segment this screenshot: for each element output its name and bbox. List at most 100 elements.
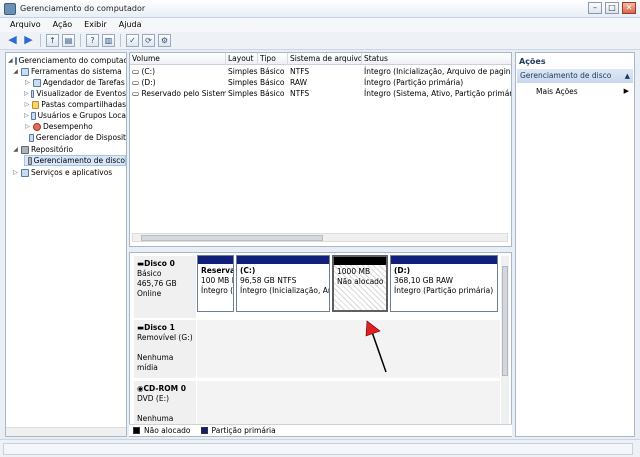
table-row[interactable]: ▭ (C:) Simples Básico NTFS Íntegro (Inic…: [130, 66, 511, 77]
partition-type-bar: [334, 257, 386, 265]
column-header-type[interactable]: Tipo: [258, 53, 288, 65]
partition-d[interactable]: (D:) 368,10 GB RAW Íntegro (Partição pri…: [390, 255, 498, 312]
menu-ajuda[interactable]: Ajuda: [119, 18, 142, 32]
rescan-disks-icon[interactable]: ⟳: [142, 34, 155, 47]
column-header-volume[interactable]: Volume: [130, 53, 226, 65]
users-icon: [30, 111, 36, 120]
submenu-arrow-icon[interactable]: ▶: [624, 87, 629, 95]
maximize-button[interactable]: □: [605, 2, 619, 14]
properties-icon[interactable]: ✓: [126, 34, 139, 47]
cdrom-0-area: [197, 381, 500, 425]
toolbar-separator: [120, 34, 121, 47]
tree-item-label: Usuários e Grupos Loca: [37, 111, 126, 120]
volume-list-horizontal-scrollbar[interactable]: [132, 233, 508, 242]
partition-c[interactable]: (C:) 96,58 GB NTFS Íntegro (Inicializaçã…: [236, 255, 330, 312]
settings-icon[interactable]: ⚙: [158, 34, 171, 47]
tree-item-label: Gerenciador de Disposit: [35, 133, 126, 142]
window-controls: – □ ✕: [588, 2, 636, 14]
expander-icon[interactable]: ▷: [24, 77, 31, 88]
actions-section-disk-management[interactable]: Gerenciamento de disco ▲: [517, 69, 633, 83]
menu-bar: Arquivo Ação Exibir Ajuda: [0, 18, 640, 32]
storage-icon: [21, 145, 29, 154]
window-title: Gerenciamento do computador: [20, 4, 146, 13]
column-header-layout[interactable]: Layout: [226, 53, 258, 65]
computer-icon: [14, 56, 17, 65]
status-panel: [3, 443, 633, 455]
disk-management-icon: [28, 156, 32, 165]
minimize-button[interactable]: –: [588, 2, 602, 14]
forward-arrow-icon[interactable]: ▶: [22, 34, 35, 47]
table-row[interactable]: ▭ Reservado pelo Sistema Simples Básico …: [130, 88, 511, 99]
tree-item-performance[interactable]: ▷ Desempenho: [24, 121, 126, 132]
table-row[interactable]: ▭ (D:) Simples Básico RAW Íntegro (Parti…: [130, 77, 511, 88]
menu-acao[interactable]: Ação: [53, 18, 73, 32]
partition-system-reserved[interactable]: Reserva 100 MB I Íntegro (: [197, 255, 234, 312]
cdrom-0-label[interactable]: ◉CD-ROM 0 DVD (E:) Nenhuma mídia: [134, 381, 196, 433]
tree-item-label: Serviços e aplicativos: [31, 168, 113, 177]
tree-item-label: Gerenciamento do computado: [18, 56, 127, 65]
expander-icon[interactable]: ▷: [24, 121, 31, 132]
tree-item-task-scheduler[interactable]: ▷ Agendador de Tarefas: [24, 77, 126, 88]
navigation-tree: ◢ Gerenciamento do computado ◢ Ferrament…: [5, 52, 127, 437]
shared-folder-icon: [32, 100, 40, 109]
expander-icon[interactable]: ▷: [24, 88, 29, 99]
tree-item-local-users[interactable]: ▷ Usuários e Grupos Loca: [24, 110, 126, 121]
close-button[interactable]: ✕: [622, 2, 636, 14]
tree-item-shared-folders[interactable]: ▷ Pastas compartilhadas: [24, 99, 126, 110]
tree-item-label: Visualizador de Eventos: [36, 89, 126, 98]
tools-icon: [21, 67, 29, 76]
expander-icon[interactable]: ◢: [12, 66, 19, 77]
back-arrow-icon[interactable]: ◀: [6, 34, 19, 47]
actions-pane: Ações Gerenciamento de disco ▲ Mais Açõe…: [515, 52, 635, 437]
volume-list: Volume Layout Tipo Sistema de arquivos S…: [129, 52, 512, 247]
actions-title: Ações: [519, 57, 546, 66]
expander-icon[interactable]: ▷: [24, 110, 29, 121]
show-hide-action-pane-icon[interactable]: ▥: [102, 34, 115, 47]
event-viewer-icon: [30, 89, 35, 98]
partition-type-bar: [237, 256, 329, 264]
collapse-caret-icon[interactable]: ▲: [625, 69, 630, 83]
legend-swatch-unallocated: [133, 427, 140, 434]
toolbar-separator: [80, 34, 81, 47]
tree-item-services-apps[interactable]: ▷ Serviços e aplicativos: [12, 167, 126, 178]
volume-list-header: Volume Layout Tipo Sistema de arquivos S…: [130, 53, 511, 65]
toolbar-separator: [40, 34, 41, 47]
expander-icon[interactable]: ▷: [24, 99, 30, 110]
computer-management-icon: [4, 3, 16, 15]
expander-icon[interactable]: ▷: [12, 167, 19, 178]
partition-unallocated[interactable]: 1000 MB Não alocado: [332, 255, 388, 312]
tree-item-event-viewer[interactable]: ▷ Visualizador de Eventos: [24, 88, 126, 99]
expander-icon[interactable]: ◢: [8, 55, 13, 66]
column-header-file-system[interactable]: Sistema de arquivos: [288, 53, 362, 65]
tree-item-storage[interactable]: ◢ Repositório: [12, 144, 126, 155]
expander-icon[interactable]: ◢: [12, 144, 19, 155]
tree-item-system-tools[interactable]: ◢ Ferramentas do sistema: [12, 66, 126, 77]
tree-item-disk-management[interactable]: Gerenciamento de disco: [24, 155, 126, 166]
up-folder-icon[interactable]: ↑: [46, 34, 59, 47]
performance-icon: [33, 122, 41, 131]
menu-exibir[interactable]: Exibir: [84, 18, 107, 32]
tree-item-label: Gerenciamento de disco: [33, 156, 125, 165]
title-bar: Gerenciamento do computador – □ ✕: [0, 0, 640, 18]
help-icon[interactable]: ?: [86, 34, 99, 47]
clock-icon: [33, 78, 41, 87]
disk-1-label[interactable]: ▬Disco 1 Removível (G:) Nenhuma mídia: [134, 320, 196, 378]
tree-item-label: Ferramentas do sistema: [31, 67, 122, 76]
disk-view-vertical-scrollbar[interactable]: [501, 256, 509, 424]
show-hide-tree-icon[interactable]: ▤: [62, 34, 75, 47]
tree-item-label: Desempenho: [43, 122, 93, 131]
tree-horizontal-scrollbar[interactable]: [6, 427, 126, 436]
disk-0-label[interactable]: ▬Disco 0 Básico 465,76 GB Online: [134, 256, 196, 318]
tree-item-device-manager[interactable]: Gerenciador de Disposit: [24, 132, 126, 143]
column-header-status[interactable]: Status: [362, 53, 511, 65]
more-actions-link[interactable]: Mais Ações: [536, 87, 578, 96]
legend-label-primary: Partição primária: [211, 426, 276, 435]
tree-item-computer-management[interactable]: ◢ Gerenciamento do computado: [8, 55, 126, 66]
partition-type-bar: [198, 256, 233, 264]
scrollbar-thumb[interactable]: [502, 266, 508, 376]
menu-arquivo[interactable]: Arquivo: [10, 18, 41, 32]
legend-label-unallocated: Não alocado: [144, 426, 191, 435]
scrollbar-thumb[interactable]: [141, 235, 323, 241]
partition-type-bar: [391, 256, 497, 264]
legend-swatch-primary: [200, 427, 208, 434]
